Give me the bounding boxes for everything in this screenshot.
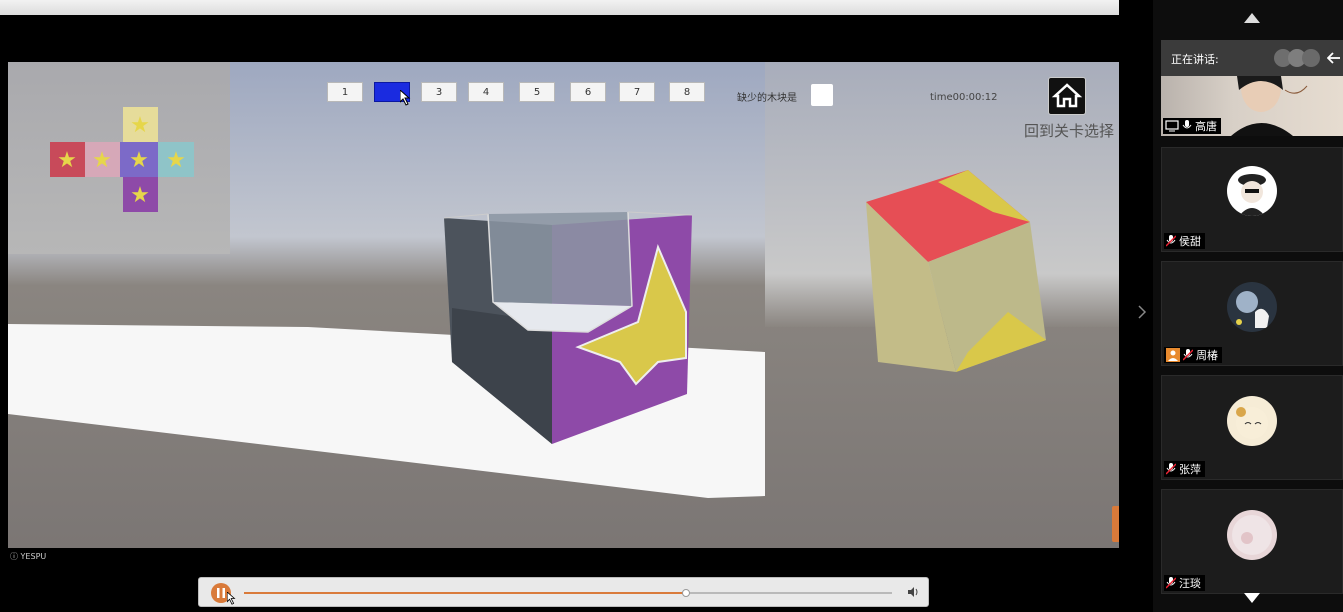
avatar [1227, 282, 1277, 332]
participant-name-tag: 侯甜 [1164, 233, 1205, 249]
candidate-block[interactable] [866, 170, 1046, 372]
participant-name-tag: 张萍 [1164, 461, 1205, 477]
star-icon: ★ [129, 148, 149, 173]
pause-icon [217, 588, 225, 598]
avatar [1227, 166, 1277, 216]
now-speaking-bar: 正在讲话: [1161, 40, 1343, 76]
participant-card[interactable]: 侯甜 [1161, 147, 1343, 252]
game-viewport[interactable]: ★ ★ ★ ★ ★ ★ 1 3 4 5 6 7 8 缺少的木块是 time00:… [8, 62, 1119, 548]
star-icon: ★ [130, 113, 150, 138]
progress-track[interactable] [244, 589, 892, 597]
star-icon: ★ [57, 148, 77, 173]
mic-muted-icon [1166, 463, 1176, 475]
top-window-strip [0, 0, 1119, 15]
back-to-level-select-label[interactable]: 回到关卡选择 [1024, 120, 1114, 141]
progress-fill [244, 592, 685, 594]
progress-knob[interactable] [681, 589, 690, 597]
volume-icon[interactable] [907, 586, 919, 598]
star-icon: ★ [166, 148, 186, 173]
level-button-5[interactable]: 5 [519, 82, 555, 102]
scroll-up-arrow-icon[interactable] [1243, 12, 1261, 24]
mic-muted-icon [1166, 577, 1176, 589]
participant-name-tag: 汪琰 [1164, 575, 1205, 591]
host-icon [1166, 348, 1180, 362]
video-player-controls [198, 577, 929, 607]
participant-name-tag: 周椿 [1164, 347, 1222, 363]
star-icon: ★ [92, 148, 112, 173]
participant-card[interactable]: 周椿 [1161, 261, 1343, 366]
level-button-4[interactable]: 4 [468, 82, 504, 102]
chevron-right-icon[interactable] [1137, 305, 1147, 319]
missing-block-answer-box[interactable] [811, 84, 833, 106]
speaker-avatars-blurred [1274, 49, 1320, 67]
cube-net-diagram: ★ ★ ★ ★ ★ ★ [50, 107, 194, 212]
mic-icon [1182, 120, 1192, 129]
level-button-7[interactable]: 7 [619, 82, 655, 102]
level-button-1[interactable]: 1 [327, 82, 363, 102]
participants-sidebar: 正在讲话: 高唐 侯甜 周椿 张萍 汪琰 [1153, 0, 1343, 612]
participant-card[interactable]: 汪琰 [1161, 489, 1343, 594]
participant-name-tag: 高唐 [1163, 118, 1221, 134]
level-button-8[interactable]: 8 [669, 82, 705, 102]
avatar [1227, 510, 1277, 560]
screen-share-icon [1165, 120, 1179, 132]
exit-arrow-icon[interactable] [1327, 52, 1341, 64]
home-button[interactable] [1048, 77, 1086, 115]
info-icon: ⓘ [10, 552, 18, 561]
star-icon: ★ [130, 183, 150, 208]
missing-block-label: 缺少的木块是 [737, 93, 797, 104]
watermark: ⓘ YESPU [10, 552, 47, 561]
side-handle[interactable] [1112, 506, 1119, 542]
mic-muted-icon [1166, 235, 1176, 247]
participant-video-tile[interactable]: 高唐 [1161, 76, 1343, 136]
participant-card[interactable]: 张萍 [1161, 375, 1343, 480]
timer-readout: time00:00:12 [930, 92, 998, 103]
now-speaking-label: 正在讲话: [1171, 53, 1219, 66]
level-button-3[interactable]: 3 [421, 82, 457, 102]
level-button-6[interactable]: 6 [570, 82, 606, 102]
missing-block-slot [488, 212, 632, 306]
avatar [1227, 396, 1277, 446]
mouse-cursor-icon [227, 592, 236, 605]
mic-muted-icon [1183, 349, 1193, 361]
home-icon [1051, 83, 1083, 108]
participant-video-feed [1231, 76, 1308, 136]
scroll-down-arrow-icon[interactable] [1243, 592, 1261, 604]
mouse-cursor-icon [400, 90, 411, 106]
